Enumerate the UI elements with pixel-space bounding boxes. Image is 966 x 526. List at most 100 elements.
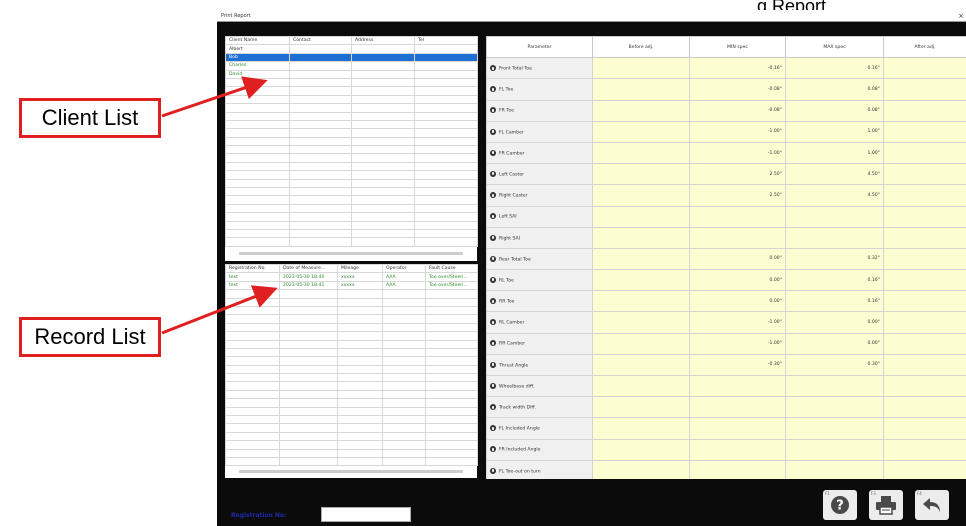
info-icon[interactable] bbox=[490, 467, 496, 474]
record-cell bbox=[337, 381, 383, 391]
record-list-scrollbar[interactable] bbox=[239, 470, 463, 473]
client-row[interactable]: Charles bbox=[225, 61, 478, 71]
parameter-name-cell[interactable]: Left SAI bbox=[486, 205, 593, 228]
print-button[interactable]: F3 bbox=[869, 490, 903, 520]
parameter-after-cell bbox=[883, 141, 966, 165]
client-row bbox=[225, 178, 478, 189]
info-icon[interactable] bbox=[490, 128, 496, 135]
info-icon[interactable] bbox=[490, 276, 496, 283]
record-column-header[interactable]: Fault Cause bbox=[425, 263, 478, 274]
info-icon[interactable] bbox=[490, 404, 496, 411]
parameter-row: RR Toe 0.00° 0.16° bbox=[486, 290, 966, 313]
client-cell bbox=[351, 195, 415, 205]
parameter-name-cell[interactable]: FR Included Angle bbox=[486, 438, 593, 461]
record-column-header[interactable]: Mileage bbox=[337, 263, 383, 274]
client-cell bbox=[225, 86, 290, 96]
info-icon[interactable] bbox=[490, 298, 496, 305]
back-button[interactable]: F4 bbox=[915, 490, 949, 520]
parameter-after-cell bbox=[883, 396, 966, 419]
parameter-name-cell[interactable]: FL Toe-out on turn bbox=[486, 459, 593, 479]
record-cell bbox=[279, 289, 338, 299]
record-cell bbox=[337, 314, 383, 324]
parameter-name-cell[interactable]: FR Toe bbox=[486, 99, 593, 122]
parameter-max-cell bbox=[785, 459, 884, 479]
parameter-name-cell[interactable]: FL Included Angle bbox=[486, 417, 593, 440]
info-icon[interactable] bbox=[490, 340, 496, 347]
client-column-header[interactable]: Tel bbox=[414, 35, 478, 46]
parameter-max-cell bbox=[785, 438, 884, 461]
parameter-name-cell[interactable]: RL Toe bbox=[486, 269, 593, 292]
parameter-name-cell[interactable]: Left Caster bbox=[486, 163, 593, 186]
client-row[interactable]: Albert bbox=[225, 44, 478, 54]
parameter-name-cell[interactable]: Right SAI bbox=[486, 226, 593, 249]
client-column-header[interactable]: Client Name bbox=[225, 35, 290, 46]
parameter-name-cell[interactable]: Wheelbase diff. bbox=[486, 374, 593, 398]
parameter-name-cell[interactable]: RL Camber bbox=[486, 311, 593, 334]
record-column-header[interactable]: Date of Measure... bbox=[279, 263, 338, 274]
parameter-min-cell bbox=[689, 417, 786, 440]
client-cell bbox=[351, 94, 415, 105]
record-cell: AAA bbox=[382, 280, 426, 291]
parameter-column-header: After adj. bbox=[883, 36, 966, 59]
client-column-header[interactable]: Contact bbox=[289, 35, 352, 46]
client-cell bbox=[289, 94, 352, 105]
info-icon[interactable] bbox=[490, 255, 496, 262]
record-row[interactable]: test 2023-05-30 18:40 xxxxx AAA Toe over/Ste… bbox=[225, 272, 478, 282]
info-icon[interactable] bbox=[490, 361, 496, 368]
info-icon[interactable] bbox=[490, 192, 496, 199]
info-icon[interactable] bbox=[490, 234, 496, 241]
info-icon[interactable] bbox=[490, 319, 496, 326]
parameter-name-cell[interactable]: Thrust Angle bbox=[486, 353, 593, 377]
info-icon[interactable] bbox=[490, 149, 496, 156]
parameter-name-cell[interactable]: RR Toe bbox=[486, 290, 593, 313]
record-row[interactable]: test 2023-05-30 18:41 xxxxx AAA Toe over/Ste… bbox=[225, 280, 478, 291]
client-cell bbox=[414, 111, 478, 121]
info-icon[interactable] bbox=[490, 382, 496, 389]
client-list-scrollbar[interactable] bbox=[239, 252, 463, 255]
record-cell bbox=[337, 322, 383, 333]
record-cell bbox=[425, 389, 478, 400]
parameter-max-cell: 0.16° bbox=[785, 269, 884, 292]
info-icon[interactable] bbox=[490, 86, 496, 93]
parameter-name-cell[interactable]: Track width Diff. bbox=[486, 396, 593, 419]
info-icon[interactable] bbox=[490, 170, 496, 177]
info-icon[interactable] bbox=[490, 425, 496, 432]
client-cell bbox=[351, 86, 415, 96]
parameter-before-cell bbox=[592, 311, 690, 334]
record-cell bbox=[382, 423, 426, 433]
client-cell bbox=[289, 237, 352, 247]
client-column-header[interactable]: Address bbox=[351, 35, 415, 46]
parameter-max-cell: 0.08° bbox=[785, 99, 884, 122]
parameter-row: FL Toe-out on turn bbox=[486, 459, 966, 479]
record-column-header[interactable]: Operator bbox=[382, 263, 426, 274]
client-row[interactable]: David bbox=[225, 69, 478, 79]
info-icon[interactable] bbox=[490, 446, 496, 453]
client-cell bbox=[414, 170, 478, 180]
record-cell bbox=[425, 331, 478, 341]
record-cell bbox=[279, 398, 338, 408]
help-button[interactable]: F1 ? bbox=[823, 490, 857, 520]
client-cell bbox=[351, 136, 415, 147]
parameter-name-cell[interactable]: FL Camber bbox=[486, 120, 593, 143]
parameter-name-cell[interactable]: Right Caster bbox=[486, 184, 593, 207]
record-cell bbox=[225, 431, 280, 442]
registration-input[interactable] bbox=[321, 507, 411, 522]
client-row[interactable]: Bob bbox=[225, 52, 478, 63]
parameter-name-cell[interactable]: RR Camber bbox=[486, 332, 593, 355]
info-icon[interactable] bbox=[490, 107, 496, 114]
record-column-header[interactable]: Registration No. bbox=[225, 263, 280, 274]
close-icon[interactable]: × bbox=[958, 10, 964, 22]
parameter-name-cell[interactable]: FR Camber bbox=[486, 141, 593, 165]
info-icon[interactable] bbox=[490, 213, 496, 220]
parameter-name-cell[interactable]: Front Total Toe bbox=[486, 57, 593, 80]
client-cell bbox=[225, 145, 290, 155]
parameter-name-cell[interactable]: FL Toe bbox=[486, 78, 593, 101]
parameter-after-cell bbox=[883, 163, 966, 186]
info-icon[interactable] bbox=[490, 65, 496, 72]
parameter-name-cell[interactable]: Rear Total Toe bbox=[486, 247, 593, 271]
parameter-before-cell bbox=[592, 57, 690, 80]
parameter-after-cell bbox=[883, 99, 966, 122]
record-cell bbox=[225, 406, 280, 417]
help-key-label: F1 bbox=[825, 491, 830, 496]
parameter-max-cell: 4.50° bbox=[785, 184, 884, 207]
